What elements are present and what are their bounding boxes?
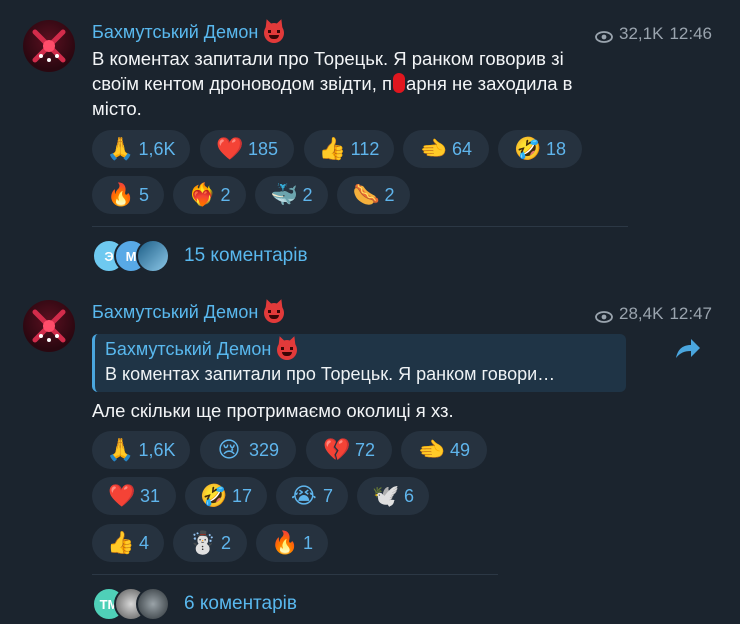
reaction-hotdog[interactable]: 🌭 2 bbox=[337, 176, 410, 214]
reply-quote[interactable]: Бахмутський Демон В коментах запитали пр… bbox=[92, 334, 626, 392]
reaction-fire[interactable]: 🔥 1 bbox=[256, 524, 328, 562]
reaction-count: 2 bbox=[302, 184, 313, 205]
quote-text: В коментах запитали про Торецьк. Я ранко… bbox=[105, 364, 556, 384]
comments-count: 6 коментарів bbox=[184, 593, 297, 614]
reaction-broken-heart[interactable]: 💔 72 bbox=[306, 431, 392, 469]
whale-icon: 🐳 bbox=[270, 182, 298, 207]
red-blob-icon bbox=[393, 73, 406, 93]
comments-link[interactable]: Э М 15 коментарів bbox=[92, 236, 308, 276]
reaction-fire[interactable]: 🔥 5 bbox=[92, 176, 164, 214]
reaction-pointing-hand[interactable]: 🫲 64 bbox=[403, 130, 489, 168]
quote-channel-name: Бахмутський Демон bbox=[105, 339, 272, 359]
post-meta: 32,1K 12:46 bbox=[595, 24, 712, 44]
dove-icon: 🕊️ bbox=[371, 483, 400, 508]
reaction-count: 1 bbox=[302, 532, 313, 553]
reaction-count: 64 bbox=[451, 138, 473, 159]
reaction-count: 6 bbox=[403, 485, 414, 506]
pointing-hand-icon: 🫲 bbox=[417, 437, 446, 462]
reaction-crying[interactable]: 😢 329 bbox=[200, 431, 296, 469]
devil-emoji-icon bbox=[277, 339, 298, 360]
post-text-fragment: своїм кентом дроноводом звідти, п bbox=[92, 73, 393, 94]
post-text: Але скільки ще протримаємо околиці я хз. bbox=[92, 400, 454, 421]
heart-icon: ❤️ bbox=[107, 483, 136, 508]
post-time: 12:46 bbox=[669, 24, 712, 43]
views-eye-icon bbox=[595, 308, 613, 323]
pray-icon: 🙏 bbox=[106, 136, 134, 161]
reaction-heart[interactable]: ❤️ 31 bbox=[92, 477, 176, 515]
snowman-icon: ☃️ bbox=[188, 530, 217, 555]
comments-link[interactable]: TM 6 коментарів bbox=[92, 584, 297, 624]
divider bbox=[92, 574, 498, 575]
pray-icon: 🙏 bbox=[106, 437, 134, 462]
fire-icon: 🔥 bbox=[106, 182, 135, 207]
sobbing-face-icon: 😭 bbox=[290, 483, 317, 508]
reaction-count: 185 bbox=[247, 138, 279, 159]
thumbs-up-icon: 👍 bbox=[106, 530, 135, 555]
reaction-pray[interactable]: 🙏 1,6K bbox=[92, 431, 190, 469]
pointing-hand-icon: 🫲 bbox=[419, 136, 448, 161]
reaction-sobbing[interactable]: 😭 7 bbox=[276, 477, 348, 515]
reaction-count: 18 bbox=[545, 138, 567, 159]
divider bbox=[92, 226, 628, 227]
devil-emoji-icon bbox=[264, 22, 285, 43]
rofl-icon: 🤣 bbox=[199, 483, 228, 508]
devil-emoji-icon bbox=[264, 302, 285, 323]
post-time: 12:47 bbox=[669, 304, 712, 323]
thumbs-up-icon: 👍 bbox=[318, 136, 347, 161]
channel-name-text: Бахмутський Демон bbox=[92, 22, 259, 42]
reaction-count: 49 bbox=[449, 439, 471, 460]
rofl-icon: 🤣 bbox=[513, 136, 542, 161]
reaction-rofl[interactable]: 🤣 18 bbox=[498, 130, 582, 168]
post-meta: 28,4K 12:47 bbox=[595, 304, 712, 324]
heart-on-fire-icon: ❤️‍🔥 bbox=[188, 182, 216, 207]
reaction-count: 4 bbox=[138, 532, 149, 553]
broken-heart-icon: 💔 bbox=[322, 437, 351, 462]
share-arrow-icon[interactable] bbox=[672, 334, 702, 364]
crying-face-icon: 😢 bbox=[217, 437, 241, 462]
reaction-count: 1,6K bbox=[138, 138, 176, 159]
heart-icon: ❤️ bbox=[215, 136, 244, 161]
reaction-pointing-hand[interactable]: 🫲 49 bbox=[401, 431, 487, 469]
comments-count: 15 коментарів bbox=[184, 245, 308, 266]
reaction-heart-on-fire[interactable]: ❤️‍🔥 2 bbox=[173, 176, 246, 214]
post-text-fragment: арня не заходила в bbox=[406, 73, 573, 94]
channel-name[interactable]: Бахмутський Демон bbox=[92, 302, 285, 323]
reaction-count: 2 bbox=[220, 532, 231, 553]
reaction-count: 112 bbox=[350, 138, 380, 159]
fire-icon: 🔥 bbox=[270, 530, 299, 555]
reaction-count: 1,6K bbox=[138, 439, 176, 460]
channel-avatar[interactable] bbox=[23, 20, 75, 72]
reaction-thumbs-up[interactable]: 👍 112 bbox=[304, 130, 394, 168]
reaction-whale[interactable]: 🐳 2 bbox=[255, 176, 328, 214]
reaction-count: 5 bbox=[138, 184, 149, 205]
channel-name-text: Бахмутський Демон bbox=[92, 302, 259, 322]
quote-channel: Бахмутський Демон bbox=[105, 339, 298, 360]
commenter-avatar bbox=[136, 587, 170, 621]
channel-name[interactable]: Бахмутський Демон bbox=[92, 22, 285, 43]
reaction-dove[interactable]: 🕊️ 6 bbox=[357, 477, 429, 515]
commenter-avatar bbox=[136, 239, 170, 273]
hotdog-icon: 🌭 bbox=[352, 182, 380, 207]
views-count: 32,1K bbox=[619, 24, 664, 43]
reaction-count: 72 bbox=[354, 439, 376, 460]
reaction-thumbs-up[interactable]: 👍 4 bbox=[92, 524, 164, 562]
reaction-count: 2 bbox=[384, 184, 395, 205]
reaction-count: 2 bbox=[220, 184, 231, 205]
reaction-pray[interactable]: 🙏 1,6K bbox=[92, 130, 190, 168]
post-text: В коментах запитали про Торецьк. Я ранко… bbox=[92, 46, 652, 121]
reaction-count: 17 bbox=[231, 485, 253, 506]
channel-avatar[interactable] bbox=[23, 300, 75, 352]
views-count: 28,4K bbox=[619, 304, 664, 323]
reaction-count: 31 bbox=[139, 485, 161, 506]
reaction-snowman[interactable]: ☃️ 2 bbox=[173, 524, 247, 562]
reaction-rofl[interactable]: 🤣 17 bbox=[185, 477, 267, 515]
reaction-count: 329 bbox=[248, 439, 280, 460]
post-text-line: місто. bbox=[92, 98, 142, 119]
views-eye-icon bbox=[595, 28, 613, 43]
reaction-heart[interactable]: ❤️ 185 bbox=[200, 130, 294, 168]
reaction-count: 7 bbox=[322, 485, 333, 506]
post-text-line: В коментах запитали про Торецьк. Я ранко… bbox=[92, 48, 564, 69]
post-text-line: своїм кентом дроноводом звідти, п арня не… bbox=[92, 71, 652, 96]
